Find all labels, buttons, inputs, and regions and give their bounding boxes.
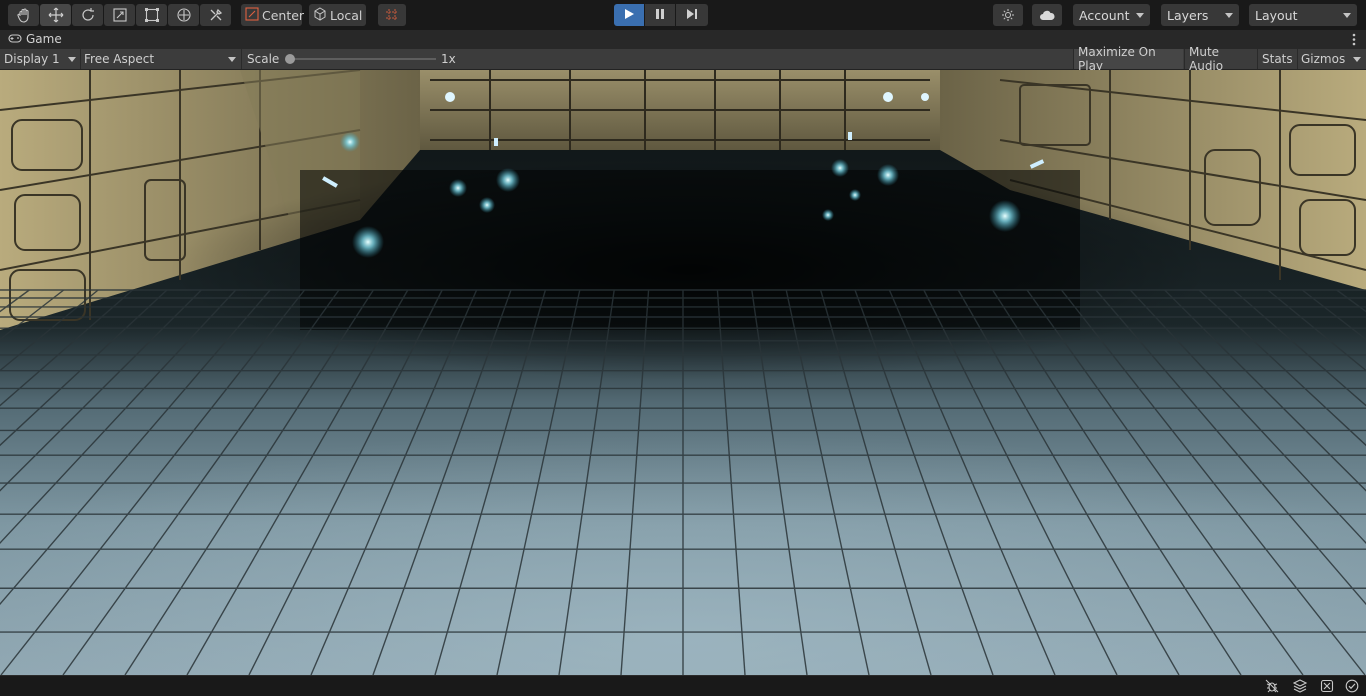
chevron-down-icon — [1343, 13, 1351, 18]
transform-icon — [176, 7, 192, 23]
layers-dropdown[interactable]: Layers — [1161, 4, 1239, 26]
pivot-center-icon — [245, 6, 259, 24]
services-icon — [1001, 8, 1015, 22]
pivot-mode-button[interactable]: Center — [241, 4, 305, 26]
stats-toggle[interactable]: Stats — [1258, 49, 1297, 69]
scale-slider-track[interactable] — [290, 58, 436, 60]
scale-label: Scale — [247, 52, 280, 66]
stats-label: Stats — [1262, 52, 1293, 66]
chevron-down-icon — [1353, 57, 1361, 62]
maximize-on-play-toggle[interactable]: Maximize On Play — [1074, 45, 1183, 73]
chevron-down-icon — [1225, 13, 1233, 18]
gizmos-label: Gizmos — [1301, 52, 1346, 66]
bug-icon[interactable] — [1265, 679, 1279, 696]
scale-icon — [112, 7, 128, 23]
divider — [241, 49, 242, 69]
game-view-controls: Display 1 Free Aspect Scale 1x Maximize … — [0, 45, 1366, 73]
rotate-tool-button[interactable] — [72, 4, 103, 26]
pivot-space-button[interactable]: Local — [309, 4, 366, 26]
maximize-on-play-label: Maximize On Play — [1078, 45, 1156, 73]
move-tool-button[interactable] — [40, 4, 71, 26]
services-button[interactable] — [993, 4, 1023, 26]
account-label: Account — [1079, 7, 1130, 23]
gizmos-dropdown[interactable]: Gizmos — [1297, 49, 1365, 69]
pause-button[interactable] — [645, 4, 675, 26]
scene-render — [0, 70, 1366, 675]
chevron-down-icon — [1136, 13, 1144, 18]
status-bar — [0, 675, 1366, 696]
pivot-space-label: Local — [330, 7, 363, 23]
rect-icon — [144, 7, 160, 23]
play-button[interactable] — [614, 4, 644, 26]
rect-tool-button[interactable] — [136, 4, 167, 26]
layout-label: Layout — [1255, 7, 1298, 23]
main-toolbar: Center Local Account Layers Layout — [0, 0, 1366, 30]
grid-snap-button[interactable] — [378, 4, 406, 26]
tab-game[interactable]: Game — [8, 32, 62, 46]
chevron-down-icon — [228, 57, 236, 62]
account-dropdown[interactable]: Account — [1073, 4, 1150, 26]
step-icon — [686, 8, 698, 23]
gamepad-icon — [8, 32, 22, 46]
mute-audio-label: Mute Audio — [1189, 45, 1224, 73]
scale-value: 1x — [441, 52, 456, 66]
custom-tools-button[interactable] — [200, 4, 231, 26]
custom-tools-icon — [208, 7, 224, 23]
rotate-icon — [80, 7, 96, 23]
pivot-mode-label: Center — [262, 7, 305, 23]
scale-tool-button[interactable] — [104, 4, 135, 26]
aspect-label: Free Aspect — [84, 52, 155, 66]
local-cube-icon — [313, 6, 327, 24]
display-label: Display 1 — [4, 52, 60, 66]
layout-dropdown[interactable]: Layout — [1249, 4, 1357, 26]
cloud-icon — [1039, 9, 1055, 21]
pause-icon — [654, 8, 666, 23]
mute-audio-toggle[interactable]: Mute Audio — [1185, 45, 1257, 73]
layers-label: Layers — [1167, 7, 1209, 23]
kebab-menu-icon[interactable] — [1352, 33, 1356, 49]
hand-icon — [16, 7, 32, 23]
no-entry-icon[interactable] — [1320, 679, 1334, 696]
aspect-dropdown[interactable]: Free Aspect — [80, 49, 240, 69]
cloud-button[interactable] — [1032, 4, 1062, 26]
move-icon — [48, 7, 64, 23]
chevron-down-icon — [68, 57, 76, 62]
display-dropdown[interactable]: Display 1 — [0, 49, 80, 69]
scale-slider-handle[interactable] — [285, 54, 295, 64]
layers-stack-icon[interactable] — [1292, 679, 1308, 696]
hand-tool-button[interactable] — [8, 4, 39, 26]
game-viewport[interactable] — [0, 70, 1366, 675]
grid-snap-icon — [385, 8, 399, 22]
transform-tool-button[interactable] — [168, 4, 199, 26]
play-icon — [623, 8, 635, 23]
game-tab-title: Game — [26, 32, 62, 46]
step-button[interactable] — [676, 4, 708, 26]
check-circle-icon[interactable] — [1345, 679, 1359, 696]
